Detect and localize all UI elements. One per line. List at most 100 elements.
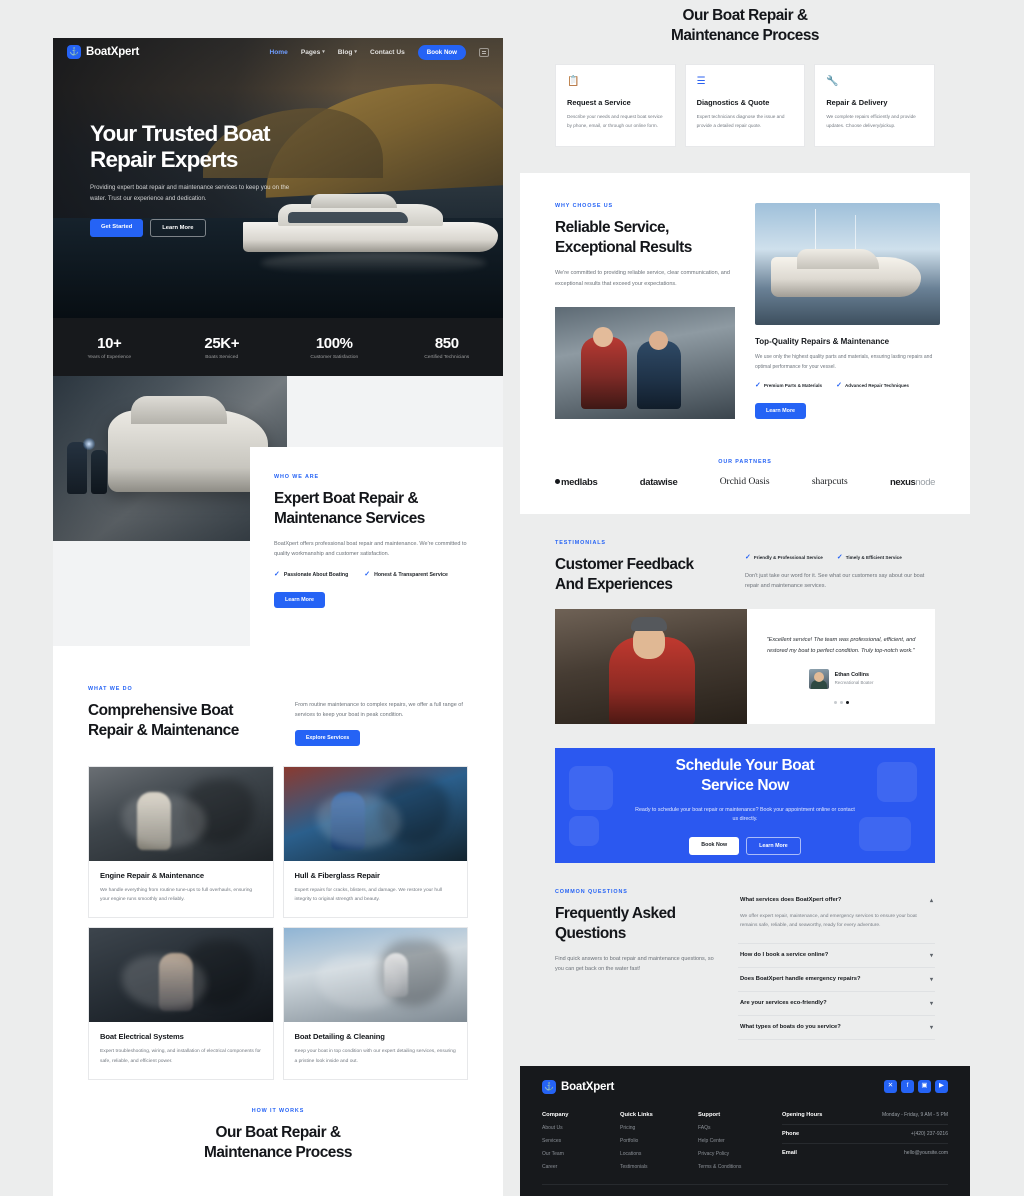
service-image bbox=[283, 767, 467, 862]
faq-item[interactable]: Does BoatXpert handle emergency repairs?… bbox=[738, 968, 935, 992]
youtube-icon[interactable]: ▶ bbox=[935, 1080, 948, 1094]
why-eyebrow: WHY CHOOSE US bbox=[555, 203, 614, 210]
faq-eyebrow: COMMON QUESTIONS bbox=[555, 888, 628, 895]
partner-logo-orchid-oasis: Orchid Oasis bbox=[719, 477, 770, 488]
faq-question[interactable]: Are your services eco-friendly? ▾ bbox=[738, 992, 935, 1015]
service-card[interactable]: Engine Repair & Maintenance We handle ev… bbox=[88, 766, 274, 919]
hero-subtitle: Providing expert boat repair and mainten… bbox=[90, 184, 290, 202]
services-grid: Engine Repair & Maintenance We handle ev… bbox=[88, 766, 468, 1080]
footer-contact-value[interactable]: hello@yoursite.com bbox=[904, 1150, 948, 1156]
testimonials-title: Customer Feedback And Experiences bbox=[555, 555, 694, 593]
carousel-dot-active[interactable] bbox=[845, 700, 849, 704]
faq-item[interactable]: Are your services eco-friendly? ▾ bbox=[738, 992, 935, 1016]
boat-icon: ⚓ bbox=[67, 45, 81, 59]
footer-contact-value[interactable]: +(420) 237-9216 bbox=[911, 1131, 948, 1137]
faq-item[interactable]: What types of boats do you service? ▾ bbox=[738, 1016, 935, 1040]
stat-value: 850 bbox=[434, 334, 459, 352]
footer-link[interactable]: Help Center bbox=[698, 1138, 776, 1144]
services-title: Comprehensive Boat Repair & Maintenance bbox=[88, 702, 239, 740]
service-card[interactable]: Boat Detailing & Cleaning Keep your boat… bbox=[282, 927, 468, 1080]
why-check-item: ✓ Premium Parts & Materials bbox=[755, 381, 823, 389]
footer-link[interactable]: FAQs bbox=[698, 1125, 776, 1131]
faq-question[interactable]: What types of boats do you service? ▾ bbox=[738, 1016, 935, 1039]
footer-link[interactable]: Terms & Conditions bbox=[698, 1164, 776, 1170]
brand-logo[interactable]: ⚓ BoatXpert bbox=[67, 45, 139, 59]
brand-name: BoatXpert bbox=[86, 46, 140, 58]
cta-book-now-button[interactable]: Book Now bbox=[689, 836, 740, 855]
about-learn-more-button[interactable]: Learn More bbox=[274, 592, 326, 609]
cart-icon[interactable] bbox=[479, 47, 489, 57]
nav-item-home[interactable]: Home bbox=[269, 49, 287, 56]
footer-brand-logo[interactable]: ⚓ BoatXpert bbox=[542, 1079, 614, 1094]
book-now-button[interactable]: Book Now bbox=[417, 44, 466, 60]
footer-contact-info: Opening Hours Monday - Friday, 9 AM - 5 … bbox=[782, 1112, 948, 1170]
testimonials-check-item: ✓ Timely & Efficient Service bbox=[836, 553, 902, 561]
stat-label: Boats Serviced bbox=[205, 354, 239, 360]
faq-accordion: What services does BoatXpert offer? ▴ We… bbox=[738, 889, 935, 1040]
faq-item[interactable]: What services does BoatXpert offer? ▴ We… bbox=[738, 889, 935, 944]
nav-item-contact-us[interactable]: Contact Us bbox=[370, 49, 405, 56]
faq-question[interactable]: Does BoatXpert handle emergency repairs?… bbox=[738, 968, 935, 991]
process-title: Our Boat Repair & Maintenance Process bbox=[204, 1123, 352, 1161]
footer-column-support: Support FAQs Help Center Privacy Policy … bbox=[698, 1112, 776, 1170]
explore-services-button[interactable]: Explore Services bbox=[294, 730, 361, 747]
testimonial-carousel-dots[interactable] bbox=[833, 700, 849, 704]
why-learn-more-button[interactable]: Learn More bbox=[755, 402, 807, 419]
testimonial-customer-image bbox=[555, 608, 747, 724]
process-step-title: Request a Service bbox=[567, 98, 631, 108]
about-check-item: ✓ Honest & Transparent Service bbox=[364, 571, 448, 579]
cta-learn-more-button[interactable]: Learn More bbox=[746, 836, 801, 855]
footer-link[interactable]: About Us bbox=[542, 1125, 620, 1131]
why-marina-image bbox=[755, 203, 940, 326]
partners-section: OUR PARTNERS medlabs datawise Orchid Oas… bbox=[520, 444, 970, 514]
footer-column-title: Company bbox=[542, 1111, 569, 1118]
about-check-item: ✓ Passionate About Boating bbox=[274, 571, 349, 579]
x-icon[interactable]: ✕ bbox=[884, 1080, 897, 1094]
cta-banner: Schedule Your Boat Service Now Ready to … bbox=[555, 747, 935, 863]
process-eyebrow: HOW IT WORKS bbox=[251, 1107, 305, 1114]
chevron-down-icon[interactable]: ▾ bbox=[930, 1024, 933, 1031]
chevron-down-icon[interactable]: ▾ bbox=[930, 952, 933, 959]
process-step: ☰ Diagnostics & Quote Expert technicians… bbox=[684, 64, 806, 148]
faq-question[interactable]: How do I book a service online? ▾ bbox=[738, 944, 935, 967]
faq-question[interactable]: What services does BoatXpert offer? ▴ bbox=[738, 889, 935, 912]
service-card[interactable]: Hull & Fiberglass Repair Expert repairs … bbox=[282, 766, 468, 919]
faq-item[interactable]: How do I book a service online? ▾ bbox=[738, 944, 935, 968]
footer-link[interactable]: Locations bbox=[620, 1151, 698, 1157]
service-description: Keep your boat in top condition with our… bbox=[294, 1049, 456, 1064]
carousel-dot[interactable] bbox=[833, 700, 837, 704]
check-icon: ✓ bbox=[755, 381, 761, 389]
instagram-icon[interactable]: ▣ bbox=[918, 1080, 931, 1094]
process-title-right: Our Boat Repair & Maintenance Process bbox=[671, 7, 819, 45]
partner-logo-row: medlabs datawise Orchid Oasis sharpcuts … bbox=[555, 477, 935, 488]
process-step: 🔧 Repair & Delivery We complete repairs … bbox=[814, 64, 935, 148]
footer-link[interactable]: Privacy Policy bbox=[698, 1151, 776, 1157]
nav-item-blog[interactable]: Blog ▾ bbox=[338, 49, 357, 56]
chevron-up-icon[interactable]: ▴ bbox=[930, 897, 933, 904]
page-root: ⚓ BoatXpert Home Pages ▾ Blog ▾ Contact … bbox=[0, 0, 1024, 1196]
carousel-dot[interactable] bbox=[839, 700, 843, 704]
footer-link[interactable]: Career bbox=[542, 1164, 620, 1170]
check-icon: ✓ bbox=[745, 553, 751, 561]
stats-bar: 10+ Years of Experience 25K+ Boats Servi… bbox=[53, 318, 503, 376]
footer-link[interactable]: Portfolio bbox=[620, 1138, 698, 1144]
service-card[interactable]: Boat Electrical Systems Expert troublesh… bbox=[88, 927, 274, 1080]
about-title: Expert Boat Repair & Maintenance Service… bbox=[274, 490, 425, 528]
check-icon: ✓ bbox=[364, 571, 371, 579]
learn-more-button[interactable]: Learn More bbox=[150, 218, 206, 237]
chevron-down-icon: ▾ bbox=[322, 49, 325, 55]
chevron-down-icon[interactable]: ▾ bbox=[930, 976, 933, 983]
get-started-button[interactable]: Get Started bbox=[90, 218, 144, 237]
footer-contact-key: Email bbox=[782, 1149, 797, 1156]
footer-link[interactable]: Services bbox=[542, 1138, 620, 1144]
stat-value: 100% bbox=[315, 334, 353, 352]
footer-link[interactable]: Our Team bbox=[542, 1151, 620, 1157]
testimonials-section: TESTIMONIALS Customer Feedback And Exper… bbox=[520, 513, 970, 724]
why-description: We're committed to providing reliable se… bbox=[555, 270, 730, 287]
about-section: WHO WE ARE Expert Boat Repair & Maintena… bbox=[53, 376, 503, 646]
nav-item-pages[interactable]: Pages ▾ bbox=[301, 49, 325, 56]
footer-link[interactable]: Testimonials bbox=[620, 1164, 698, 1170]
footer-link[interactable]: Pricing bbox=[620, 1125, 698, 1131]
facebook-icon[interactable]: f bbox=[901, 1080, 914, 1094]
chevron-down-icon[interactable]: ▾ bbox=[930, 1000, 933, 1007]
